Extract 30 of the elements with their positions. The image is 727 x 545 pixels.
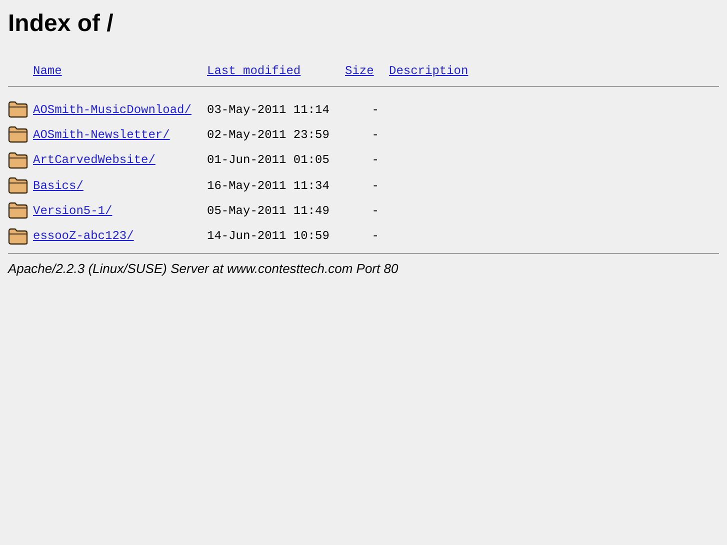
column-header-link[interactable]: Last modified <box>207 60 301 82</box>
folder-icon <box>8 101 28 118</box>
folder-link[interactable]: essooZ-abc123/ <box>33 229 134 244</box>
file-size: - <box>372 178 380 193</box>
file-size: - <box>372 128 380 142</box>
file-size: - <box>372 153 380 168</box>
folder-icon <box>8 228 28 245</box>
file-size: - <box>372 229 380 244</box>
folder-link[interactable]: ArtCarvedWebsite/ <box>33 153 156 168</box>
modified-date: 01-Jun-2011 01:05 <box>207 153 330 168</box>
column-header-link[interactable]: Name <box>33 60 62 82</box>
folder-link[interactable]: Basics/ <box>33 178 84 193</box>
file-size: - <box>372 204 380 218</box>
folder-link[interactable]: AOSmith-Newsletter/ <box>33 128 170 142</box>
server-signature: Apache/2.2.3 (Linux/SUSE) Server at www.contesttech.com Port 80 <box>8 260 400 276</box>
column-header-link[interactable]: Size <box>345 60 374 82</box>
modified-date: 05-May-2011 11:49 <box>207 204 330 218</box>
modified-date: 14-Jun-2011 10:59 <box>207 229 330 244</box>
page-title: Index of / <box>8 10 114 38</box>
folder-link[interactable]: Version5-1/ <box>33 204 112 218</box>
modified-date: 03-May-2011 11:14 <box>207 102 330 117</box>
file-size: - <box>372 102 380 117</box>
folder-icon <box>8 152 28 169</box>
folder-icon <box>8 177 28 194</box>
column-header-link[interactable]: Description <box>389 60 468 82</box>
modified-date: 16-May-2011 11:34 <box>207 178 330 193</box>
folder-icon <box>8 126 28 144</box>
folder-icon <box>8 202 28 220</box>
modified-date: 02-May-2011 23:59 <box>207 128 330 142</box>
folder-link[interactable]: AOSmith-MusicDownload/ <box>33 102 192 117</box>
